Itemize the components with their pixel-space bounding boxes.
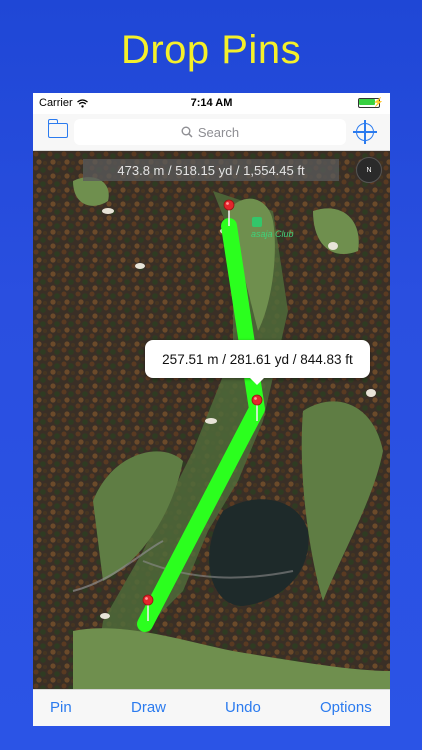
options-button[interactable]: Options <box>320 699 372 716</box>
crosshair-locate-icon[interactable] <box>353 120 377 144</box>
phone-screen: Carrier 7:14 AM ⚡ Search asaja Club 473.… <box>33 93 390 726</box>
folder-icon[interactable] <box>47 119 68 138</box>
segment-distance-callout: 257.51 m / 281.61 yd / 844.83 ft <box>145 340 370 385</box>
status-bar: Carrier 7:14 AM ⚡ <box>33 93 390 113</box>
search-input[interactable]: Search <box>74 119 346 145</box>
search-icon <box>181 126 193 138</box>
status-time: 7:14 AM <box>190 97 233 109</box>
battery-icon: ⚡ <box>358 97 384 108</box>
undo-button[interactable]: Undo <box>225 699 261 716</box>
search-placeholder: Search <box>197 124 240 140</box>
promo-headline: Drop Pins <box>120 28 302 72</box>
place-label: asaja Club <box>251 229 294 239</box>
compass-icon[interactable]: N <box>356 157 382 183</box>
pin-button[interactable]: Pin <box>50 699 72 716</box>
map-view[interactable]: asaja Club 473.8 m / 518.15 yd / 1,554.4… <box>33 151 390 689</box>
route-overlay <box>137 199 265 632</box>
draw-button[interactable]: Draw <box>131 699 166 716</box>
golf-club-icon <box>252 217 262 227</box>
total-distance-banner: 473.8 m / 518.15 yd / 1,554.45 ft <box>83 159 339 181</box>
bottom-toolbar: Pin Draw Undo Options <box>33 689 390 726</box>
search-bar-row: Search <box>33 114 390 151</box>
route-line <box>137 218 265 632</box>
